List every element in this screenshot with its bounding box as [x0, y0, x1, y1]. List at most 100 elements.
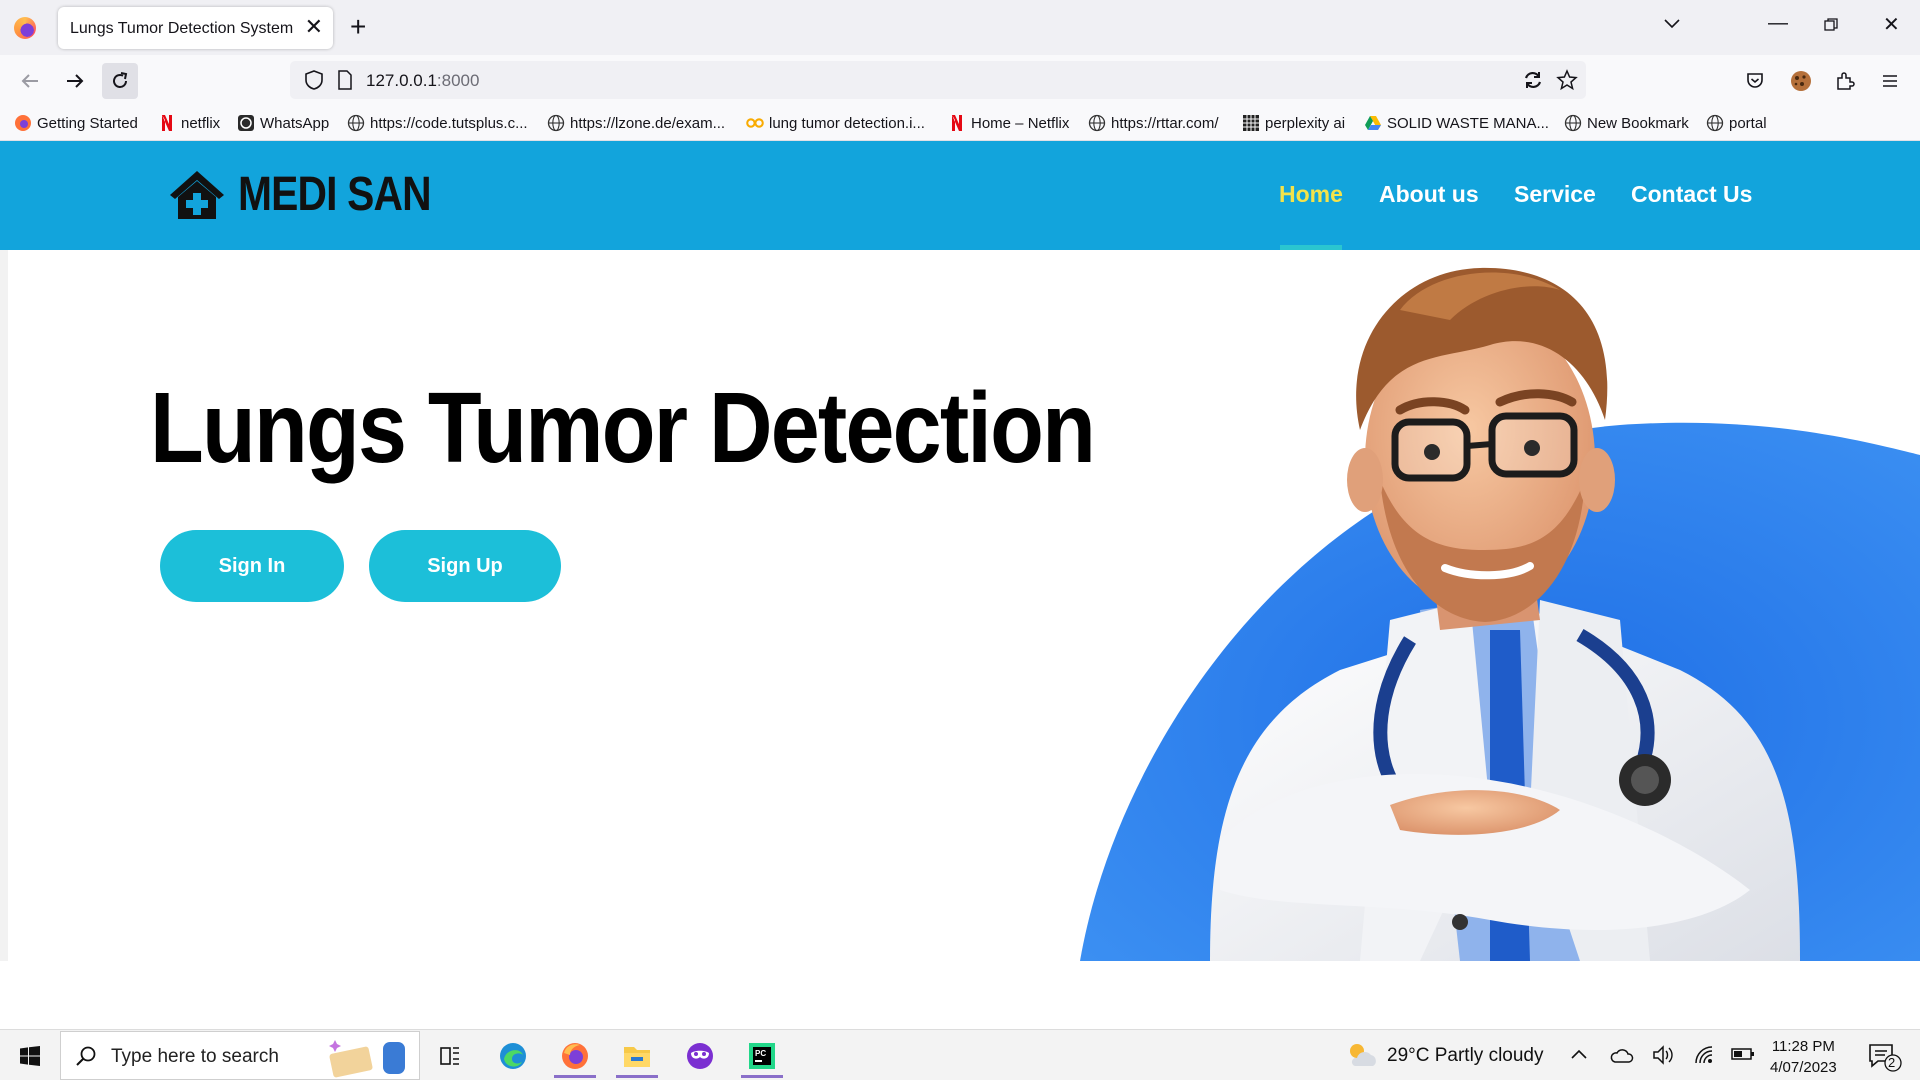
menu-icon[interactable] — [1880, 71, 1900, 91]
bookmarks-bar: Getting Started netflix WhatsApp https:/… — [0, 105, 1920, 141]
chevron-down-icon[interactable] — [1662, 14, 1682, 34]
star-icon[interactable] — [1556, 69, 1578, 91]
windows-start-icon[interactable] — [20, 1046, 40, 1066]
doctor-illustration — [1080, 267, 1920, 961]
minimize-icon[interactable]: — — [1768, 12, 1788, 35]
battery-icon[interactable] — [1731, 1046, 1755, 1062]
sign-up-button[interactable]: Sign Up — [369, 530, 561, 602]
tab-title: Lungs Tumor Detection System — [70, 20, 294, 37]
search-placeholder: Type here to search — [111, 1046, 279, 1067]
nav-home[interactable]: Home — [1279, 181, 1343, 208]
page-border — [0, 250, 8, 961]
globe-icon — [547, 114, 565, 132]
bookmark-label: Getting Started — [37, 114, 138, 132]
globe-icon — [1564, 114, 1582, 132]
reload-icon[interactable] — [102, 63, 138, 99]
bookmark-item[interactable]: SOLID WASTE MANA... — [1364, 114, 1549, 132]
globe-icon — [1088, 114, 1106, 132]
bookmark-item[interactable]: https://lzone.de/exam... — [547, 114, 725, 132]
chevron-up-icon[interactable] — [1570, 1047, 1588, 1061]
nav-contact-us[interactable]: Contact Us — [1631, 181, 1752, 208]
nav-service[interactable]: Service — [1514, 181, 1596, 208]
close-tab-icon[interactable]: ✕ — [305, 15, 323, 39]
bookmark-label: https://lzone.de/exam... — [570, 114, 726, 132]
perplexity-icon — [1242, 114, 1260, 132]
whatsapp-icon — [237, 114, 255, 132]
browser-tab[interactable]: Lungs Tumor Detection System ✕ — [58, 7, 333, 49]
page-footer-space — [0, 961, 1920, 1029]
restore-icon[interactable] — [1824, 18, 1838, 32]
drive-icon — [1364, 114, 1382, 132]
bookmark-label: SOLID WASTE MANA... — [1387, 114, 1549, 132]
firefox-icon — [14, 114, 32, 132]
url-text: 127.0.0.1:8000 — [366, 71, 480, 90]
bookmark-label: https://code.tutsplus.c... — [370, 114, 528, 132]
bookmark-label: perplexity ai — [1265, 114, 1346, 132]
bookmark-item[interactable]: WhatsApp — [237, 114, 329, 132]
edge-icon[interactable] — [488, 1034, 538, 1078]
bookmark-label: New Bookmark — [1587, 114, 1689, 132]
nav-about-us[interactable]: About us — [1379, 181, 1479, 208]
bookmark-item[interactable]: https://code.tutsplus.c... — [347, 114, 528, 132]
sign-in-button[interactable]: Sign In — [160, 530, 344, 602]
web-page: MEDI SAN Home About us Service Contact U… — [0, 141, 1920, 1029]
volume-icon[interactable] — [1652, 1044, 1676, 1066]
taskbar: Type here to search PC 29°C Partly cloud… — [0, 1029, 1920, 1080]
bookmark-item[interactable]: portal — [1706, 114, 1767, 132]
bookmark-item[interactable]: Home – Netflix — [948, 114, 1069, 132]
globe-icon — [347, 114, 365, 132]
taskbar-search[interactable]: Type here to search — [60, 1031, 420, 1080]
site-header: MEDI SAN Home About us Service Contact U… — [0, 141, 1920, 250]
notification-count: 2 — [1888, 1055, 1896, 1070]
bookmark-label: Home – Netflix — [971, 114, 1070, 132]
bookmark-item[interactable]: lung tumor detection.i... — [746, 114, 925, 132]
shield-icon[interactable] — [304, 69, 324, 91]
colab-icon — [746, 114, 764, 132]
weather-text[interactable]: 29°C Partly cloudy — [1387, 1045, 1544, 1067]
bookmark-label: lung tumor detection.i... — [769, 114, 925, 132]
task-view-icon[interactable] — [425, 1034, 475, 1078]
brand-name: MEDI SAN — [238, 168, 432, 221]
globe-icon — [1706, 114, 1724, 132]
svg-text:PC: PC — [755, 1049, 766, 1058]
tab-bar: Lungs Tumor Detection System ✕ + — ✕ — [0, 0, 1920, 55]
wifi-icon[interactable] — [1693, 1044, 1715, 1066]
firefox-icon[interactable] — [14, 17, 36, 39]
clock[interactable]: 11:28 PM 4/07/2023 — [1770, 1036, 1837, 1078]
firefox-taskbar-icon[interactable] — [550, 1034, 600, 1078]
extensions-icon[interactable] — [1835, 71, 1855, 91]
bookmark-label: https://rttar.com/ — [1111, 114, 1219, 132]
netflix-icon — [158, 114, 176, 132]
search-highlight-icon — [329, 1040, 405, 1078]
bookmark-label: WhatsApp — [260, 114, 330, 132]
home-medical-icon — [170, 170, 224, 219]
file-explorer-icon[interactable] — [612, 1034, 662, 1078]
browser-toolbar: 127.0.0.1:8000 — [0, 55, 1920, 105]
netflix-icon — [948, 114, 966, 132]
notification-icon[interactable] — [1868, 1042, 1902, 1072]
weather-icon[interactable] — [1345, 1040, 1379, 1070]
clock-date: 4/07/2023 — [1770, 1059, 1837, 1076]
new-tab-icon[interactable]: + — [350, 12, 366, 42]
bookmark-item[interactable]: Getting Started — [14, 114, 138, 132]
close-window-icon[interactable]: ✕ — [1883, 12, 1900, 37]
url-bar[interactable]: 127.0.0.1:8000 — [290, 61, 1586, 99]
forward-icon[interactable] — [57, 63, 93, 99]
hero-title: Lungs Tumor Detection — [150, 372, 1096, 484]
pocket-icon[interactable] — [1745, 71, 1765, 91]
bookmark-item[interactable]: netflix — [158, 114, 220, 132]
bookmark-item[interactable]: https://rttar.com/ — [1088, 114, 1219, 132]
cookie-extension-icon[interactable] — [1789, 69, 1813, 93]
brand-logo[interactable]: MEDI SAN — [168, 167, 465, 222]
back-icon[interactable] — [12, 63, 48, 99]
bookmark-item[interactable]: New Bookmark — [1564, 114, 1689, 132]
mask-app-icon[interactable] — [675, 1034, 725, 1078]
clock-time: 11:28 PM — [1771, 1038, 1835, 1055]
page-icon — [338, 70, 352, 90]
bookmark-item[interactable]: perplexity ai — [1242, 114, 1345, 132]
bookmark-label: netflix — [181, 114, 221, 132]
onedrive-icon[interactable] — [1610, 1044, 1634, 1066]
search-icon — [76, 1046, 96, 1066]
pycharm-icon[interactable]: PC — [737, 1034, 787, 1078]
sync-icon[interactable] — [1522, 69, 1544, 91]
